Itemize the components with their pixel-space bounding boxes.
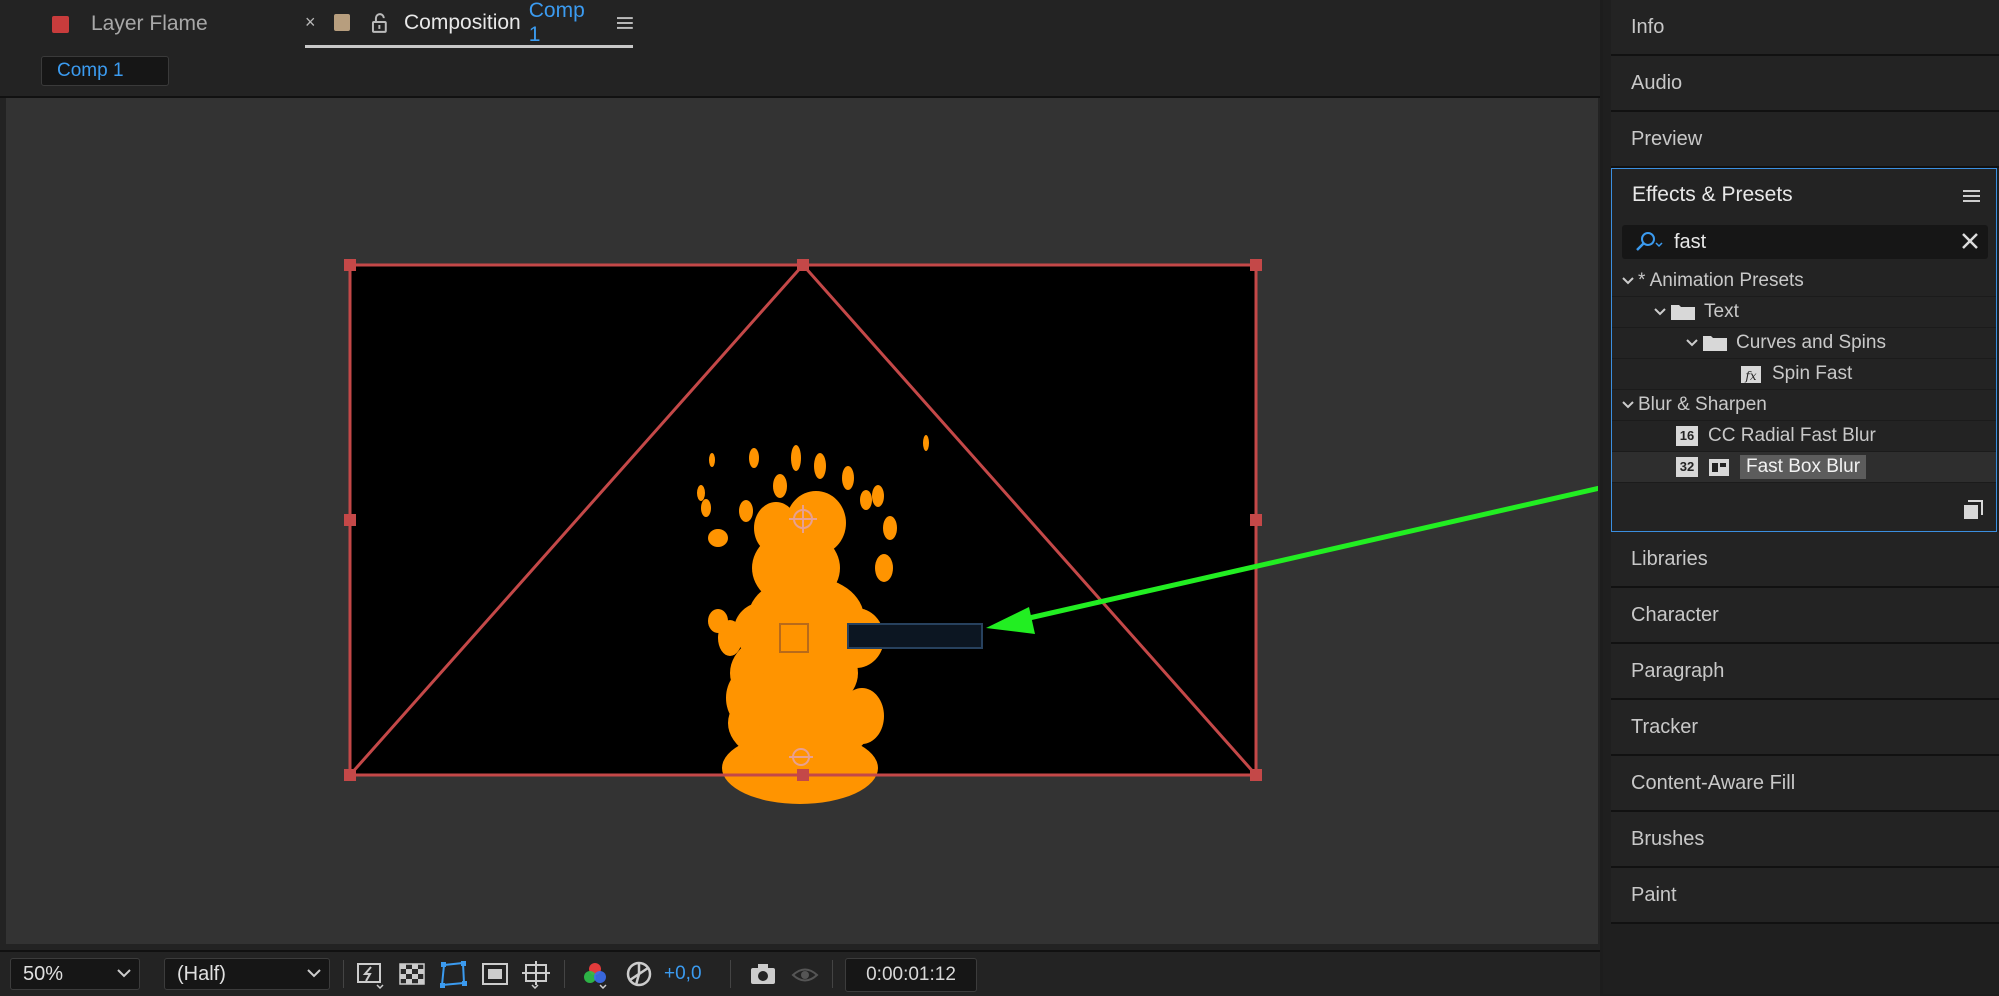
zoom-value: 50%: [23, 962, 64, 985]
tree-label: Fast Box Blur: [1740, 455, 1867, 479]
transparency-grid-icon[interactable]: [397, 959, 427, 989]
chevron-down-icon[interactable]: [1654, 308, 1666, 316]
composition-panel: Layer Flame × Composition Comp 1 Comp 1: [0, 0, 1600, 996]
fast-previews-icon[interactable]: [355, 959, 385, 989]
tree-fast-box-blur[interactable]: 32 Fast Box Blur: [1612, 452, 1996, 483]
tab-layer-flame[interactable]: Layer Flame: [52, 0, 208, 48]
lock-icon[interactable]: [370, 12, 390, 33]
tab-comp-name: Comp 1: [528, 0, 585, 46]
tree-animation-presets[interactable]: * Animation Presets: [1612, 266, 1996, 297]
effect-plugin-icon: [1709, 459, 1729, 476]
resolution-value: (Half): [177, 962, 226, 985]
effects-panel-title: Effects & Presets: [1632, 183, 1793, 206]
layer-color-swatch: [52, 15, 69, 33]
snapshot-camera-icon[interactable]: [748, 959, 778, 989]
exposure-value[interactable]: +0,0: [664, 952, 702, 996]
composition-viewer[interactable]: [6, 98, 1598, 944]
chevron-down-icon[interactable]: [1622, 277, 1634, 285]
folder-icon: [1671, 305, 1695, 320]
toolbar-divider: [832, 960, 833, 988]
16-bit-badge-icon: 16: [1676, 426, 1698, 446]
mask-path-visibility-icon[interactable]: [438, 959, 468, 989]
panel-label: Audio: [1631, 71, 1683, 94]
reset-exposure-icon[interactable]: [624, 959, 654, 989]
panel-label: Preview: [1631, 127, 1703, 150]
tree-label: * Animation Presets: [1638, 270, 1804, 291]
panel-label: Libraries: [1631, 547, 1708, 570]
chevron-down-icon: [117, 969, 131, 978]
panel-preview[interactable]: Preview: [1611, 112, 1999, 168]
panel-paragraph[interactable]: Paragraph: [1611, 644, 1999, 700]
new-bin-icon[interactable]: [1962, 499, 1984, 521]
comp-color-swatch: [333, 14, 351, 31]
tree-spin-fast-preset[interactable]: fx Spin Fast: [1612, 359, 1996, 390]
tree-label: Curves and Spins: [1736, 332, 1886, 353]
panel-paint[interactable]: Paint: [1611, 868, 1999, 924]
tree-label: Blur & Sharpen: [1638, 394, 1767, 415]
current-time-display[interactable]: 0:00:01:12: [845, 958, 977, 992]
grid-guides-icon[interactable]: [521, 959, 551, 989]
panel-label: Brushes: [1631, 827, 1705, 850]
panel-tab-bar: Layer Flame × Composition Comp 1: [0, 0, 1600, 48]
toolbar-divider: [564, 960, 565, 988]
zoom-dropdown[interactable]: 50%: [10, 958, 140, 990]
panel-info[interactable]: Info: [1611, 0, 1999, 56]
effects-search-field[interactable]: fast: [1622, 225, 1988, 259]
tree-label: CC Radial Fast Blur: [1708, 425, 1876, 446]
search-input[interactable]: fast: [1674, 231, 1706, 254]
tab-composition[interactable]: × Composition Comp 1: [305, 0, 634, 48]
right-panel-stack: Info Audio Preview Effects & Presets fas…: [1603, 0, 1999, 994]
panel-label: Paint: [1631, 883, 1677, 906]
svg-text:fx: fx: [1744, 369, 1756, 383]
panel-audio[interactable]: Audio: [1611, 56, 1999, 112]
tree-label: Spin Fast: [1772, 363, 1853, 384]
close-icon[interactable]: [1960, 231, 1980, 251]
tree-cc-radial-fast-blur[interactable]: 16 CC Radial Fast Blur: [1612, 421, 1996, 452]
region-of-interest-icon[interactable]: [480, 959, 510, 989]
drop-target-highlight: [847, 623, 983, 649]
panel-brushes[interactable]: Brushes: [1611, 812, 1999, 868]
tree-blur-sharpen[interactable]: Blur & Sharpen: [1612, 390, 1996, 421]
panel-label: Content-Aware Fill: [1631, 771, 1796, 794]
panel-label: Paragraph: [1631, 659, 1725, 682]
toolbar-divider: [730, 960, 731, 988]
tree-text-folder[interactable]: Text: [1612, 297, 1996, 328]
viewer-canvas[interactable]: [6, 98, 1598, 944]
effects-presets-panel: Effects & Presets fast * Animation Prese…: [1611, 168, 1997, 532]
panel-character[interactable]: Character: [1611, 588, 1999, 644]
panel-label: Tracker: [1631, 715, 1699, 738]
close-tab-icon[interactable]: ×: [305, 12, 316, 33]
chevron-down-icon: [307, 969, 321, 978]
toolbar-divider: [343, 960, 344, 988]
viewer-toolbar: 50% (Half) +0,0 0:00:01:12: [0, 950, 1600, 996]
animation-preset-icon: fx: [1741, 366, 1761, 383]
panel-tracker[interactable]: Tracker: [1611, 700, 1999, 756]
search-icon[interactable]: [1634, 231, 1666, 253]
chevron-down-icon[interactable]: [1622, 401, 1634, 409]
folder-icon: [1703, 336, 1727, 351]
tab-layer-label: Layer Flame: [91, 12, 208, 35]
panel-menu-icon[interactable]: [617, 16, 634, 30]
channels-icon[interactable]: [580, 959, 610, 989]
panel-label: Character: [1631, 603, 1719, 626]
32-bit-badge-icon: 32: [1676, 457, 1698, 477]
panel-menu-icon[interactable]: [1963, 189, 1980, 203]
panel-libraries[interactable]: Libraries: [1611, 532, 1999, 588]
tree-curves-spins-folder[interactable]: Curves and Spins: [1612, 328, 1996, 359]
panel-label: Info: [1631, 15, 1665, 38]
resolution-dropdown[interactable]: (Half): [164, 958, 330, 990]
tree-label: Text: [1704, 301, 1739, 322]
panel-content-aware-fill[interactable]: Content-Aware Fill: [1611, 756, 1999, 812]
tab-comp-prefix: Composition: [404, 10, 521, 34]
chevron-down-icon[interactable]: [1686, 339, 1698, 347]
comp-navigator-bar: Comp 1: [0, 48, 1600, 98]
comp-breadcrumb[interactable]: Comp 1: [41, 56, 169, 86]
show-snapshot-icon[interactable]: [790, 959, 820, 989]
